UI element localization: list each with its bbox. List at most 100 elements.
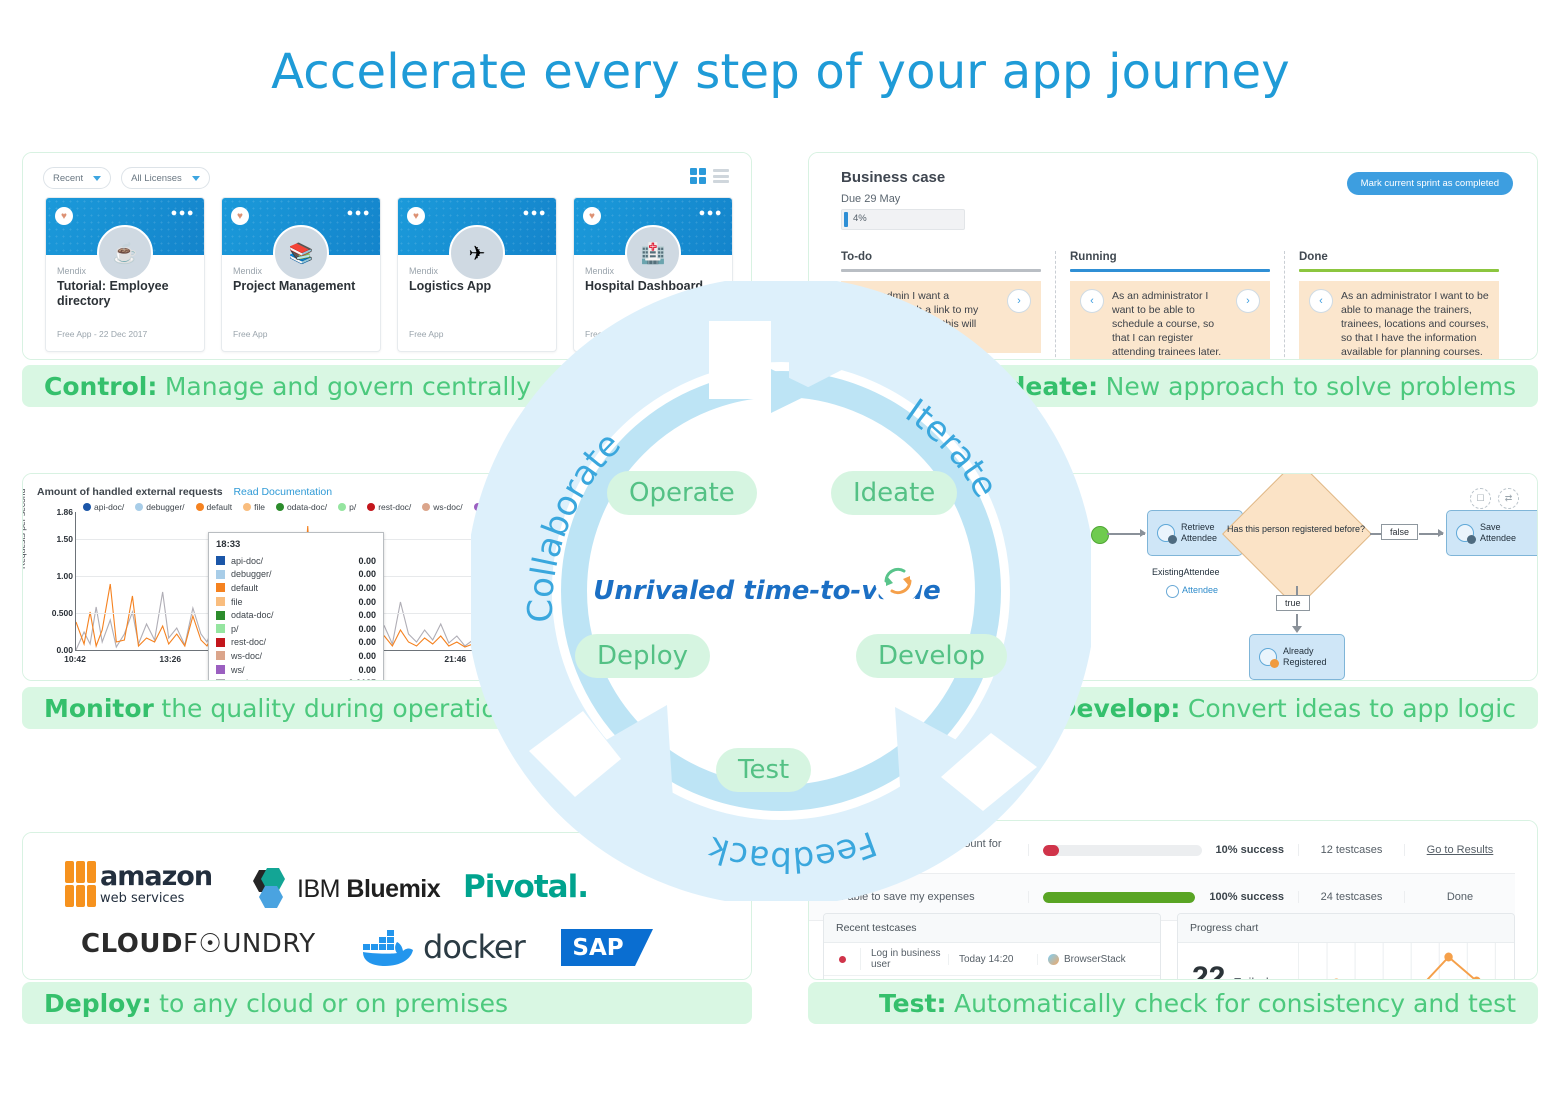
microflow-node-already-registered[interactable]: Already Registered [1249,634,1345,680]
read-documentation-link[interactable]: Read Documentation [233,486,332,498]
sprint-progress-bar: 4% [841,209,965,230]
microflow-node-save-attendee[interactable]: Save Attendee [1446,510,1537,556]
filter-all-licenses[interactable]: All Licenses [121,167,210,189]
legend-item[interactable]: ws/ [473,502,497,512]
favorite-heart-icon[interactable]: ♥ [55,207,73,225]
tooltip-series-value: 0.00 [358,623,376,634]
x-tick: 00:33 [539,654,562,664]
list-view-icon[interactable] [713,169,729,183]
legend-item[interactable]: ws-doc/ [422,502,463,512]
test-caption: Test: Automatically check for consistenc… [808,982,1538,1024]
grid-view-icon[interactable] [690,168,706,184]
table-row[interactable]: Log in business user Today 14:19 Browser… [824,976,1160,979]
x-tick: 06:06 [730,654,751,664]
column-header: Done [1299,251,1328,263]
table-row[interactable]: ...ncies so I can enter the amount for r… [809,827,1515,874]
test-story-rows: ...ncies so I can enter the amount for r… [809,827,1515,921]
legend-label: rest-doc/ [378,502,412,512]
x-tick: 03:20 [634,654,657,664]
deploy-panel: amazon web services IBM Bluemix Pivotal. [22,832,752,980]
logo-ibm-bluemix: IBM Bluemix [245,866,441,912]
aws-line1: amazon [100,860,213,892]
tooltip-row: default 0.00 [216,581,376,595]
failed-label: Failed [1233,975,1268,979]
progress-chart-panel: Progress chart 22 Failed [1177,913,1515,979]
chart-series-svg [75,525,742,651]
table-row[interactable]: Log in business user Today 14:20 Browser… [824,943,1160,976]
bluemix-wordmark: IBM Bluemix [297,875,441,904]
docker-whale-icon [363,930,413,966]
filter-recent[interactable]: Recent [43,167,112,189]
more-options-icon[interactable]: ●●● [699,208,723,219]
legend-label: debugger/ [146,502,185,512]
app-license-meta: Free App [585,329,620,339]
tooltip-series-name: ws/ [231,664,245,675]
browserstack-icon [1048,953,1059,965]
legend-label: file [254,502,265,512]
board-due-date: Due 29 May [841,193,901,205]
progress-chart-body: 22 Failed [1178,943,1514,979]
story-card[interactable]: ‹ As an administrator I want to be able … [1070,280,1270,359]
app-card[interactable]: ♥ ●●● ✈ Mendix Logistics App Free App [397,197,557,352]
snapshot-icon[interactable]: ☐ [1470,488,1491,509]
testcase-count: 12 testcases [1298,844,1404,856]
story-card[interactable]: ‹ As an administrator I want to be able … [1299,280,1499,359]
app-card[interactable]: ♥ ●●● ☕ Mendix Tutorial: Employee direct… [45,197,205,352]
tooltip-series-value: 0.00 [358,569,376,580]
story-move-right-icon[interactable]: › [1007,288,1031,313]
deploy-caption-bold: Deploy: [44,988,152,1018]
cloudfoundry-wordmark: CLOUDF☉UNDRY [81,929,316,959]
more-options-icon[interactable]: ●●● [523,208,547,219]
go-to-results-link[interactable]: Go to Results [1427,844,1494,856]
app-card[interactable]: ♥ ●●● 🏥 Mendix Hospital Dashboard Free A… [573,197,733,352]
tooltip-series-value: 0.00 [358,664,376,675]
retrieve-icon [1157,524,1177,544]
x-tick: 10:42 [64,654,86,664]
story-move-left-icon[interactable]: ‹ [1309,288,1333,313]
mark-sprint-completed-button[interactable]: Mark current sprint as completed [1346,172,1513,195]
legend-item[interactable]: p/ [338,502,356,512]
test-success-cell: 100% success [1028,891,1298,903]
favorite-heart-icon[interactable]: ♥ [407,207,425,225]
develop-caption-rest: Convert ideas to app logic [1187,693,1516,723]
legend-label: odata-doc/ [286,502,328,512]
zoom-fit-icon[interactable]: ⇄ [1498,488,1519,509]
deploy-caption: Deploy: to any cloud or on premises [22,982,752,1024]
legend-item[interactable]: odata-doc/ [275,502,328,512]
legend-item[interactable]: api-doc/ [83,502,124,512]
legend-label: p/ [349,502,357,512]
story-move-right-icon[interactable]: › [1236,288,1260,313]
y-tick: 1.00 [56,570,73,581]
legend-item[interactable]: debugger/ [135,502,185,512]
test-caption-rest: Automatically check for consistency and … [953,988,1516,1018]
app-card[interactable]: ♥ ●●● 📚 Mendix Project Management Free A… [221,197,381,352]
test-action[interactable]: Go to Results [1404,844,1515,856]
legend-item[interactable]: file [243,502,265,512]
recent-testcases-panel: Recent testcases Log in business user To… [823,913,1161,979]
tooltip-series-value: 0.0185 [348,678,376,680]
progress-sparkline-svg [1326,943,1496,979]
favorite-heart-icon[interactable]: ♥ [583,207,601,225]
legend-item[interactable]: default [195,502,232,512]
favorite-heart-icon[interactable]: ♥ [231,207,249,225]
logo-pivotal: Pivotal. [463,869,589,905]
cycle-node-test[interactable]: Test [716,748,812,792]
sprint-column-todo: To-do As an admin I want a dashboard wit… [841,251,1055,359]
tooltip-series-name: file [231,596,243,607]
monitor-caption-rest: the quality during operation [161,693,513,723]
story-card[interactable]: As an admin I want a dashboard with a li… [841,280,1041,353]
more-options-icon[interactable]: ●●● [347,208,371,219]
microflow-variable-type[interactable]: Attendee [1182,585,1218,595]
more-options-icon[interactable]: ●●● [171,208,195,219]
sprint-column-running: Running ‹ As an administrator I want to … [1055,251,1284,359]
story-move-left-icon[interactable]: ‹ [1080,288,1104,313]
legend-item[interactable]: rest-doc/ [367,502,411,512]
ideate-caption: Ideate: New approach to solve problems [808,365,1538,407]
tooltip-row: p/0.00 [216,622,376,636]
ideate-caption-rest: New approach to solve problems [1105,371,1516,401]
develop-caption-bold: Develop: [1055,693,1181,723]
tooltip-row: ws/0.00 [216,663,376,677]
develop-panel-body: ☐ ⇄ Retrieve Attendee ExistingAttendee A… [809,474,1537,680]
chevron-down-icon [191,175,200,181]
develop-panel: ☐ ⇄ Retrieve Attendee ExistingAttendee A… [808,473,1538,681]
